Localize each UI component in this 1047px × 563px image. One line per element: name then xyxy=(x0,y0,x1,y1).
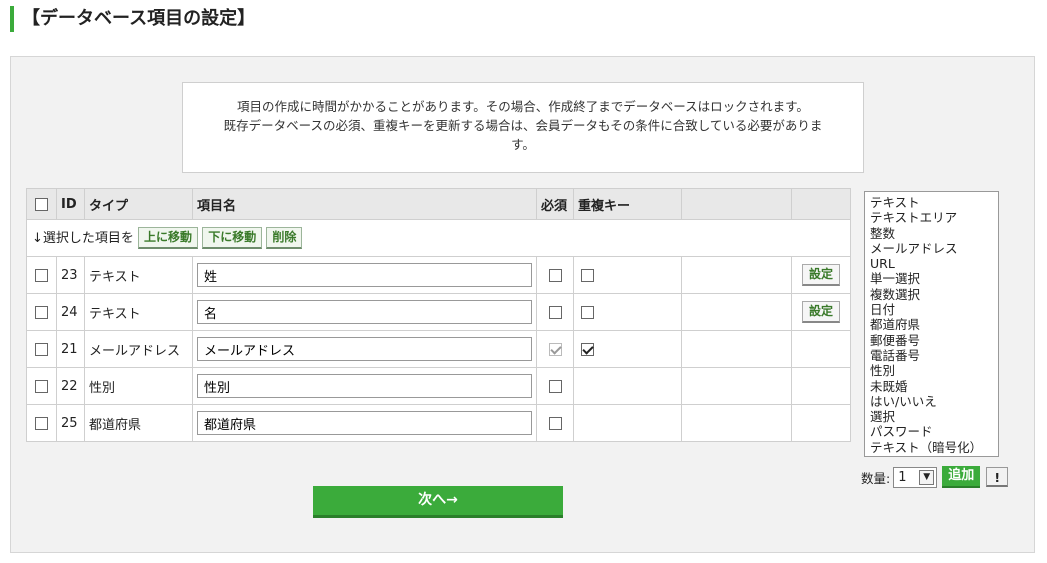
row-id: 24 xyxy=(56,293,85,331)
row-id: 25 xyxy=(56,404,85,442)
type-option[interactable]: はい/いいえ xyxy=(870,394,993,409)
chevron-down-icon: ▼ xyxy=(919,469,935,485)
row-empty-cell xyxy=(681,367,792,405)
required-checkbox[interactable] xyxy=(548,268,562,282)
type-option[interactable]: 電話番号 xyxy=(870,348,993,363)
quantity-value: 1 xyxy=(898,469,907,485)
table-row: 23 テキスト 設定 xyxy=(26,256,851,294)
item-name-input[interactable] xyxy=(197,374,532,398)
type-option[interactable]: テキストエリア xyxy=(870,210,993,225)
header-empty-1 xyxy=(681,188,792,220)
notice-line-1: 項目の作成に時間がかかることがあります。その場合、作成終了までデータベースはロッ… xyxy=(237,99,809,114)
row-type: テキスト xyxy=(84,256,193,294)
page-title: 【データベース項目の設定】 xyxy=(22,8,256,29)
row-empty-cell xyxy=(791,330,851,368)
row-select-checkbox[interactable] xyxy=(35,305,48,319)
row-empty-cell xyxy=(573,404,682,442)
row-type: 性別 xyxy=(84,367,193,405)
header-required: 必須 xyxy=(536,188,574,220)
row-empty-cell xyxy=(681,404,792,442)
quantity-label: 数量: xyxy=(861,470,891,486)
row-empty-cell xyxy=(681,256,792,294)
select-all-checkbox[interactable] xyxy=(35,197,48,211)
quantity-select[interactable]: 1 ▼ xyxy=(893,466,938,488)
row-select-checkbox[interactable] xyxy=(35,379,48,393)
row-empty-cell xyxy=(791,367,851,405)
type-option[interactable]: 郵便番号 xyxy=(870,333,993,348)
row-empty-cell xyxy=(681,293,792,331)
row-type: 都道府県 xyxy=(84,404,193,442)
header-dupkey: 重複キー xyxy=(573,188,682,220)
type-listbox[interactable]: テキスト テキストエリア 整数 メールアドレス URL 単一選択 複数選択 日付… xyxy=(864,191,999,457)
type-option[interactable]: 整数 xyxy=(870,226,993,241)
table-row: 24 テキスト 設定 xyxy=(26,293,851,331)
action-label: ↓選択した項目を xyxy=(32,230,134,246)
help-button[interactable]: ! xyxy=(986,467,1009,487)
row-id: 22 xyxy=(56,367,85,405)
required-checkbox[interactable] xyxy=(548,305,562,319)
action-row: ↓選択した項目を 上に移動 下に移動 削除 xyxy=(26,219,851,257)
type-option[interactable]: パスワード xyxy=(870,424,993,439)
type-option[interactable]: テキスト（暗号化） xyxy=(870,440,993,455)
header-empty-2 xyxy=(791,188,851,220)
type-option[interactable]: テキスト xyxy=(870,195,993,210)
required-checkbox xyxy=(548,342,562,356)
next-button[interactable]: 次へ→ xyxy=(313,486,563,518)
item-name-input[interactable] xyxy=(197,411,532,435)
table-row: 21 メールアドレス xyxy=(26,330,851,368)
item-name-input[interactable] xyxy=(197,337,532,361)
page-title-bar: 【データベース項目の設定】 xyxy=(10,6,255,32)
type-option[interactable]: 未既婚 xyxy=(870,379,993,394)
header-type: タイプ xyxy=(84,188,193,220)
row-empty-cell xyxy=(681,330,792,368)
dupkey-checkbox[interactable] xyxy=(581,342,594,356)
item-name-input[interactable] xyxy=(197,263,532,287)
notice-line-2: 既存データベースの必須、重複キーを更新する場合は、会員データもその条件に合致して… xyxy=(223,118,823,133)
row-empty-cell xyxy=(791,404,851,442)
table-header-row: ID タイプ 項目名 必須 重複キー xyxy=(26,188,851,220)
add-button[interactable]: 追加 xyxy=(942,466,981,488)
config-button[interactable]: 設定 xyxy=(801,301,840,323)
row-empty-cell xyxy=(573,367,682,405)
notice-box: 項目の作成に時間がかかることがあります。その場合、作成終了までデータベースはロッ… xyxy=(182,82,864,173)
type-option[interactable]: 都道府県 xyxy=(870,317,993,332)
type-option[interactable]: 性別 xyxy=(870,363,993,378)
move-down-button[interactable]: 下に移動 xyxy=(202,227,263,250)
items-table: ID タイプ 項目名 必須 重複キー ↓選択した項目を 上に移動 下に移動 削除… xyxy=(26,188,851,442)
header-id: ID xyxy=(56,188,85,220)
type-option[interactable]: URL xyxy=(870,256,993,271)
row-select-checkbox[interactable] xyxy=(35,416,48,430)
delete-button[interactable]: 削除 xyxy=(266,227,303,250)
item-name-input[interactable] xyxy=(197,300,532,324)
type-option[interactable]: 選択 xyxy=(870,409,993,424)
move-up-button[interactable]: 上に移動 xyxy=(138,227,199,250)
notice-line-3: す。 xyxy=(511,137,535,152)
row-id: 23 xyxy=(56,256,85,294)
type-option[interactable]: 日付 xyxy=(870,302,993,317)
type-option[interactable]: メールアドレス xyxy=(870,241,993,256)
row-type: メールアドレス xyxy=(84,330,193,368)
row-id: 21 xyxy=(56,330,85,368)
required-checkbox[interactable] xyxy=(548,379,562,393)
dupkey-checkbox[interactable] xyxy=(581,305,594,319)
header-name: 項目名 xyxy=(192,188,537,220)
select-all-cell xyxy=(26,188,57,220)
row-select-checkbox[interactable] xyxy=(35,342,48,356)
row-select-checkbox[interactable] xyxy=(35,268,48,282)
type-option[interactable]: 複数選択 xyxy=(870,287,993,302)
table-row: 22 性別 xyxy=(26,367,851,405)
required-checkbox[interactable] xyxy=(548,416,562,430)
config-button[interactable]: 設定 xyxy=(801,264,840,286)
table-row: 25 都道府県 xyxy=(26,404,851,442)
quantity-row: 数量: 1 ▼ 追加 ! xyxy=(861,466,1009,488)
type-option[interactable]: 単一選択 xyxy=(870,271,993,286)
row-type: テキスト xyxy=(84,293,193,331)
dupkey-checkbox[interactable] xyxy=(581,268,594,282)
